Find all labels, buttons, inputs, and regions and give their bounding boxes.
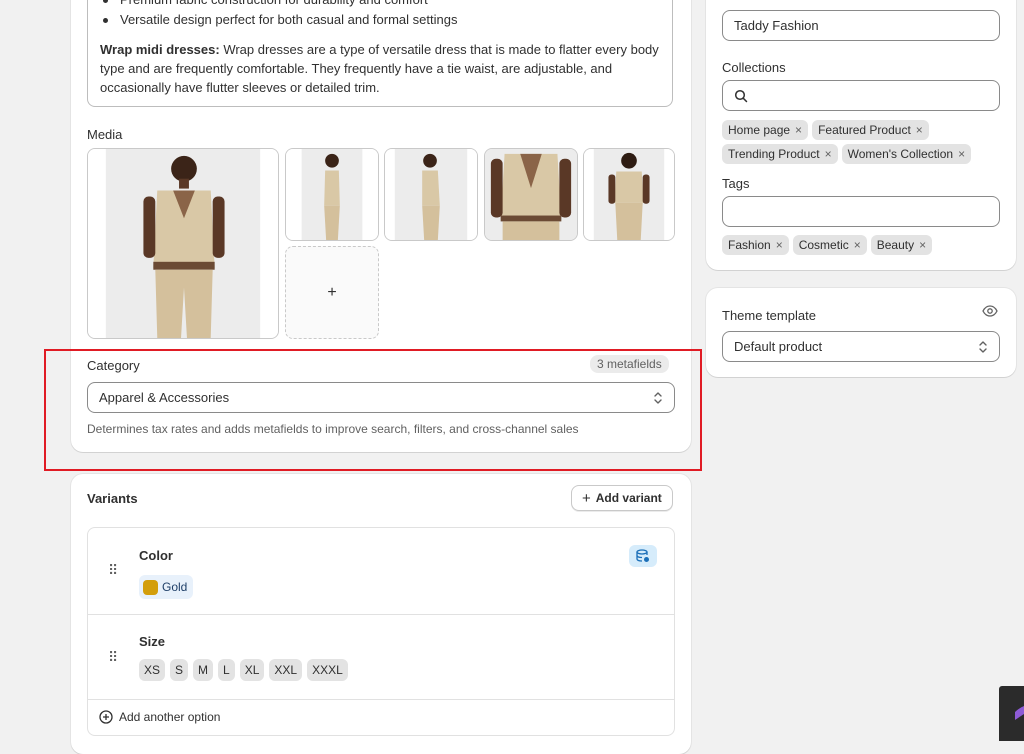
theme-template-card: Theme template Default product — [706, 288, 1016, 377]
variants-title: Variants — [87, 491, 138, 506]
remove-icon[interactable]: × — [916, 120, 923, 140]
remove-icon[interactable]: × — [795, 120, 802, 140]
add-variant-label: Add variant — [595, 491, 662, 505]
select-chevron-icon — [979, 340, 987, 353]
collection-tag: Trending Product × — [722, 144, 838, 164]
media-thumbnail[interactable] — [384, 148, 478, 241]
add-another-option-button[interactable]: Add another option — [99, 710, 220, 724]
variant-option-color[interactable]: ⠿ Color Gold — [88, 528, 674, 614]
model-photo-front — [88, 149, 278, 338]
drag-handle-icon[interactable]: ⠿ — [108, 562, 118, 579]
add-another-option-label: Add another option — [119, 710, 221, 724]
model-photo-back — [584, 149, 674, 240]
product-tags: Fashion × Cosmetic × Beauty × — [722, 235, 933, 255]
media-main-image[interactable] — [87, 148, 279, 339]
option-value-pill: XXXL — [307, 659, 348, 681]
product-tag-label: Fashion — [728, 238, 771, 252]
media-label: Media — [87, 127, 123, 142]
product-tag-label: Cosmetic — [798, 238, 849, 252]
model-photo-side-2 — [385, 149, 477, 240]
collections-label: Collections — [722, 60, 786, 75]
theme-template-select[interactable]: Default product — [722, 331, 1000, 362]
drag-handle-icon[interactable]: ⠿ — [108, 649, 118, 666]
collection-tag-label: Trending Product — [728, 147, 820, 161]
collection-tag-label: Featured Product — [818, 123, 911, 137]
media-thumbnail[interactable] — [484, 148, 578, 241]
description-bullet: Versatile design perfect for both casual… — [102, 10, 457, 30]
remove-icon[interactable]: × — [776, 235, 783, 255]
media-thumbnail[interactable] — [583, 148, 675, 241]
remove-icon[interactable]: × — [854, 235, 861, 255]
remove-icon[interactable]: × — [958, 144, 965, 164]
description-bullet: Premium fabric construction for durabili… — [102, 0, 457, 10]
option-value-pill: S — [170, 659, 189, 681]
product-tag: Fashion × — [722, 235, 789, 255]
model-photo-side — [286, 149, 378, 240]
remove-icon[interactable]: × — [919, 235, 926, 255]
plus-icon: + — [327, 283, 337, 301]
description-paragraph: Wrap midi dresses: Wrap dresses are a ty… — [100, 40, 666, 97]
vendor-input-value: Taddy Fashion — [734, 18, 819, 33]
add-media-button[interactable]: + — [285, 246, 379, 339]
color-swatch — [143, 579, 158, 595]
category-highlight-box — [44, 349, 702, 471]
option-value-pill: Gold — [139, 575, 194, 599]
collection-tag: Women's Collection × — [841, 144, 972, 164]
collection-tag: Home page × — [722, 120, 809, 140]
option-value-pill: XXL — [269, 659, 303, 681]
divider — [88, 699, 674, 700]
variant-options-list: ⠿ Color Gold ⠿ Size XS S M L XL XXL XXXL… — [87, 527, 675, 736]
collection-tag-label: Women's Collection — [847, 147, 954, 161]
variant-option-size[interactable]: ⠿ Size — [88, 615, 674, 699]
description-paragraph-heading: Wrap midi dresses: — [100, 42, 220, 57]
eye-icon[interactable] — [982, 304, 998, 318]
theme-template-label: Theme template — [722, 308, 816, 323]
product-tag: Beauty × — [870, 235, 933, 255]
tags-label: Tags — [722, 176, 750, 191]
option-value-pill: XS — [139, 659, 166, 681]
product-tag-label: Beauty — [876, 238, 915, 252]
feather-icon — [1015, 706, 1024, 720]
description-editor[interactable]: Premium fabric construction for durabili… — [87, 0, 673, 107]
plus-circle-icon — [99, 710, 113, 724]
option-name: Color — [139, 548, 173, 563]
product-tag: Cosmetic × — [792, 235, 867, 255]
add-variant-button[interactable]: + Add variant — [571, 485, 673, 511]
collections-tags: Trending Product × Women's Collection × — [722, 144, 972, 164]
metafield-linked-icon[interactable] — [629, 545, 657, 567]
database-icon — [636, 549, 649, 562]
collections-tags: Home page × Featured Product × — [722, 120, 929, 140]
description-bullet-list: Premium fabric construction for durabili… — [102, 0, 457, 30]
option-value-pill: M — [193, 659, 214, 681]
collection-tag-label: Home page — [728, 123, 791, 137]
theme-template-value: Default product — [734, 339, 823, 354]
option-name: Size — [139, 634, 166, 649]
plus-icon: + — [582, 489, 591, 507]
floating-widget[interactable] — [999, 686, 1024, 741]
collections-search-input[interactable] — [722, 80, 1000, 111]
option-value-label: Gold — [162, 580, 188, 594]
product-organization-card: Taddy Fashion Collections Home page × Fea… — [706, 0, 1016, 270]
remove-icon[interactable]: × — [825, 144, 832, 164]
vendor-input[interactable]: Taddy Fashion — [722, 10, 1000, 41]
option-value-pill: L — [218, 659, 235, 681]
variants-card: Variants + Add variant ⠿ Color Gold ⠿ Si… — [71, 474, 691, 754]
size-values: XS S M L XL XXL XXXL — [139, 659, 353, 681]
media-thumbnail[interactable] — [285, 148, 379, 241]
model-photo-closeup — [485, 149, 577, 240]
tags-input[interactable] — [722, 196, 1000, 227]
search-icon — [734, 89, 748, 102]
option-value-pill: XL — [239, 659, 265, 681]
collection-tag: Featured Product × — [812, 120, 929, 140]
